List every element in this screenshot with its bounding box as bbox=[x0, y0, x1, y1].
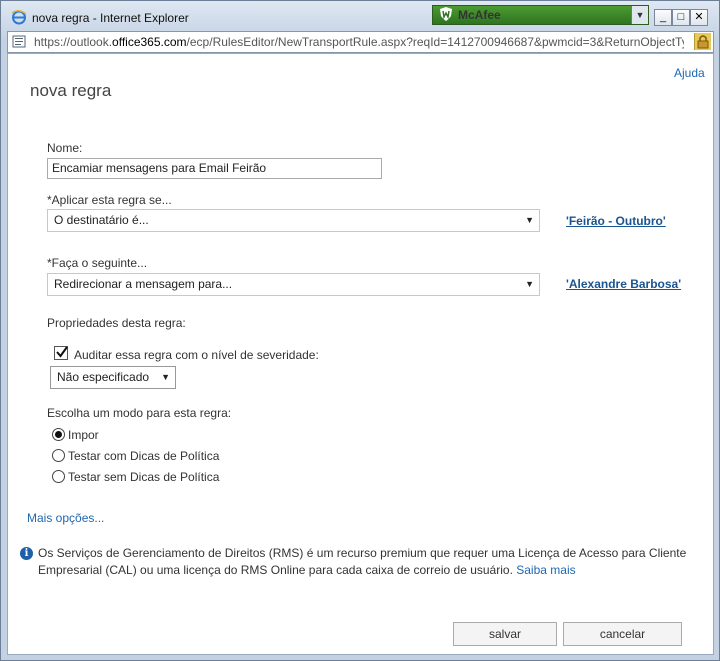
mode-option-label: Impor bbox=[68, 428, 99, 442]
maximize-button[interactable]: □ bbox=[672, 9, 690, 26]
internet-explorer-icon bbox=[11, 10, 27, 25]
mcafee-toolbar[interactable]: McAfee ▼ bbox=[432, 5, 649, 25]
name-field[interactable]: Encamiar mensagens para Email Feirão bbox=[47, 158, 382, 179]
url-text[interactable]: https://outlook.office365.com/ecp/RulesE… bbox=[34, 35, 684, 49]
severity-select[interactable]: Não especificado ▼ bbox=[50, 366, 176, 389]
action-label: *Faça o seguinte... bbox=[47, 256, 148, 270]
mode-option-label: Testar sem Dicas de Política bbox=[68, 470, 220, 484]
cancel-button[interactable]: cancelar bbox=[563, 622, 682, 646]
close-button[interactable]: ✕ bbox=[690, 9, 708, 26]
action-target-link[interactable]: 'Alexandre Barbosa' bbox=[566, 277, 681, 291]
radio-enforce[interactable] bbox=[52, 428, 65, 441]
browser-window: nova regra - Internet Explorer McAfee ▼ … bbox=[0, 0, 720, 661]
audit-label: Auditar essa regra com o nível de severi… bbox=[74, 348, 319, 362]
action-value: Redirecionar a mensagem para... bbox=[54, 277, 233, 291]
mcafee-shield-icon bbox=[440, 7, 452, 21]
mode-label: Escolha um modo para esta regra: bbox=[47, 406, 232, 420]
name-label: Nome: bbox=[47, 141, 83, 155]
condition-select[interactable]: O destinatário é... ▼ bbox=[47, 209, 540, 232]
condition-label: *Aplicar esta regra se... bbox=[47, 193, 172, 207]
chevron-down-icon: ▼ bbox=[525, 279, 534, 289]
mcafee-label: McAfee bbox=[458, 8, 501, 22]
action-select[interactable]: Redirecionar a mensagem para... ▼ bbox=[47, 273, 540, 296]
chevron-down-icon: ▼ bbox=[525, 215, 534, 225]
learn-more-link[interactable]: Saiba mais bbox=[516, 563, 575, 577]
title-bar: nova regra - Internet Explorer McAfee ▼ … bbox=[1, 1, 719, 29]
condition-recipient-link[interactable]: 'Feirão - Outubro' bbox=[566, 214, 666, 228]
checkmark-icon bbox=[56, 346, 68, 358]
radio-test-without-tips[interactable] bbox=[52, 470, 65, 483]
mode-option-label: Testar com Dicas de Política bbox=[68, 449, 220, 463]
lock-icon[interactable] bbox=[694, 33, 711, 50]
minimize-button[interactable]: _ bbox=[654, 9, 672, 26]
page-title: nova regra bbox=[30, 81, 112, 100]
rule-editor-page: Ajuda nova regra Nome: Encamiar mensagen… bbox=[7, 53, 714, 655]
rms-info-text: Os Serviços de Gerenciamento de Direitos… bbox=[38, 545, 698, 579]
condition-value: O destinatário é... bbox=[54, 213, 149, 227]
chevron-down-icon: ▼ bbox=[161, 372, 170, 382]
address-bar[interactable]: https://outlook.office365.com/ecp/RulesE… bbox=[7, 31, 714, 53]
chevron-down-icon[interactable]: ▼ bbox=[631, 6, 648, 24]
severity-value: Não especificado bbox=[57, 370, 150, 384]
window-title: nova regra - Internet Explorer bbox=[32, 11, 189, 25]
rms-info-body: Os Serviços de Gerenciamento de Direitos… bbox=[38, 546, 687, 577]
save-button[interactable]: salvar bbox=[453, 622, 557, 646]
info-icon: i bbox=[20, 547, 33, 560]
page-icon bbox=[12, 35, 26, 48]
properties-label: Propriedades desta regra: bbox=[47, 316, 186, 330]
help-link[interactable]: Ajuda bbox=[674, 66, 705, 80]
more-options-link[interactable]: Mais opções... bbox=[27, 511, 104, 525]
radio-test-with-tips[interactable] bbox=[52, 449, 65, 462]
audit-checkbox[interactable] bbox=[54, 346, 68, 360]
